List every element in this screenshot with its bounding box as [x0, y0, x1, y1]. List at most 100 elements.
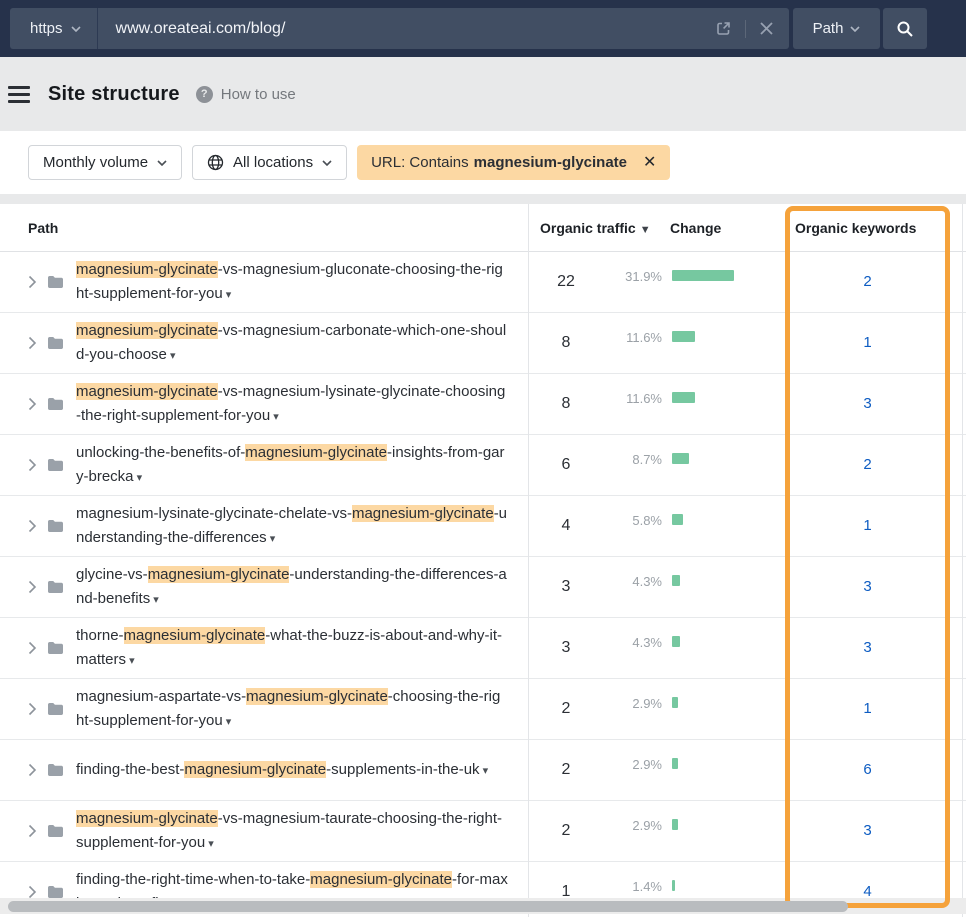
- protocol-dropdown[interactable]: https: [10, 8, 98, 49]
- path-menu-caret[interactable]: ▾: [167, 350, 176, 362]
- keywords-link[interactable]: 3: [863, 639, 871, 656]
- remove-filter-icon[interactable]: ✕: [643, 155, 656, 171]
- column-header-traffic[interactable]: Organic traffic▼: [528, 220, 658, 236]
- protocol-label: https: [30, 20, 63, 37]
- path-menu-caret[interactable]: ▾: [480, 765, 489, 777]
- path-cell: magnesium-glycinate-vs-magnesium-taurate…: [0, 807, 528, 856]
- change-percent: 11.6%: [604, 330, 662, 345]
- location-dropdown[interactable]: All locations: [192, 145, 347, 180]
- folder-icon: [47, 763, 64, 777]
- clear-url-icon[interactable]: [759, 21, 774, 36]
- path-text[interactable]: magnesium-glycinate-vs-magnesium-glucona…: [76, 258, 508, 307]
- path-highlight: magnesium-glycinate: [310, 871, 452, 888]
- expand-chevron-icon[interactable]: [28, 641, 37, 655]
- table-row: magnesium-glycinate-vs-magnesium-carbona…: [0, 313, 966, 374]
- expand-chevron-icon[interactable]: [28, 702, 37, 716]
- expand-chevron-icon[interactable]: [28, 763, 37, 777]
- keywords-link[interactable]: 2: [863, 273, 871, 290]
- change-percent: 8.7%: [604, 452, 662, 467]
- url-input[interactable]: www.oreateai.com/blog/: [98, 20, 715, 38]
- change-bar-cell: [662, 880, 785, 891]
- table-body: magnesium-glycinate-vs-magnesium-glucona…: [0, 252, 966, 917]
- path-segment: glycine-vs-: [76, 566, 148, 583]
- path-segment: finding-the-best-: [76, 761, 184, 778]
- change-percent: 5.8%: [604, 513, 662, 528]
- url-filter-chip[interactable]: URL: Contains magnesium-glycinate ✕: [357, 145, 670, 180]
- site-structure-table: Path Organic traffic▼ Change Organic key…: [0, 204, 966, 917]
- menu-icon[interactable]: [8, 84, 30, 105]
- section-divider: [0, 194, 966, 204]
- table-row: glycine-vs-magnesium-glycinate-understan…: [0, 557, 966, 618]
- path-text[interactable]: magnesium-glycinate-vs-magnesium-lysinat…: [76, 380, 508, 429]
- table-row: magnesium-glycinate-vs-magnesium-taurate…: [0, 801, 966, 862]
- column-header-change[interactable]: Change: [658, 220, 785, 236]
- expand-chevron-icon[interactable]: [28, 519, 37, 533]
- change-bar-cell: [662, 636, 785, 647]
- search-button[interactable]: [883, 8, 927, 49]
- path-text[interactable]: glycine-vs-magnesium-glycinate-understan…: [76, 563, 508, 612]
- path-menu-caret[interactable]: ▾: [126, 655, 135, 667]
- path-cell: thorne-magnesium-glycinate-what-the-buzz…: [0, 624, 528, 673]
- horizontal-scrollbar-thumb[interactable]: [8, 901, 848, 912]
- keywords-link[interactable]: 1: [863, 334, 871, 351]
- column-header-path[interactable]: Path: [0, 220, 528, 236]
- change-bar: [672, 697, 678, 708]
- keywords-link[interactable]: 3: [863, 578, 871, 595]
- location-label: All locations: [233, 154, 313, 171]
- path-text[interactable]: thorne-magnesium-glycinate-what-the-buzz…: [76, 624, 508, 673]
- traffic-value: 2: [528, 822, 604, 840]
- keywords-link[interactable]: 3: [863, 822, 871, 839]
- path-text[interactable]: magnesium-aspartate-vs-magnesium-glycina…: [76, 685, 508, 734]
- keywords-link[interactable]: 1: [863, 517, 871, 534]
- volume-label: Monthly volume: [43, 154, 148, 171]
- expand-chevron-icon[interactable]: [28, 885, 37, 899]
- folder-icon: [47, 336, 64, 350]
- change-bar: [672, 575, 680, 586]
- keywords-link[interactable]: 2: [863, 456, 871, 473]
- chevron-down-icon: [322, 160, 332, 166]
- expand-chevron-icon[interactable]: [28, 397, 37, 411]
- path-menu-caret[interactable]: ▾: [150, 594, 159, 606]
- expand-chevron-icon[interactable]: [28, 824, 37, 838]
- path-menu-caret[interactable]: ▾: [223, 716, 232, 728]
- path-menu-caret[interactable]: ▾: [267, 533, 276, 545]
- table-row: magnesium-aspartate-vs-magnesium-glycina…: [0, 679, 966, 740]
- path-text[interactable]: magnesium-lysinate-glycinate-chelate-vs-…: [76, 502, 508, 551]
- keywords-link[interactable]: 6: [863, 761, 871, 778]
- change-bar: [672, 880, 675, 891]
- keywords-cell: 2: [785, 456, 950, 474]
- expand-chevron-icon[interactable]: [28, 336, 37, 350]
- search-icon: [896, 20, 914, 38]
- path-text[interactable]: magnesium-glycinate-vs-magnesium-taurate…: [76, 807, 508, 856]
- keywords-link[interactable]: 3: [863, 395, 871, 412]
- traffic-value: 4: [528, 517, 604, 535]
- change-percent: 2.9%: [604, 696, 662, 711]
- path-text[interactable]: finding-the-best-magnesium-glycinate-sup…: [76, 758, 508, 783]
- folder-icon: [47, 519, 64, 533]
- change-bar: [672, 514, 683, 525]
- column-header-keywords[interactable]: Organic keywords: [785, 220, 950, 236]
- path-menu-caret[interactable]: ▾: [223, 289, 232, 301]
- expand-chevron-icon[interactable]: [28, 275, 37, 289]
- path-segment: unlocking-the-benefits-of-: [76, 444, 245, 461]
- keywords-cell: 3: [785, 822, 950, 840]
- expand-chevron-icon[interactable]: [28, 458, 37, 472]
- how-to-use-link[interactable]: ? How to use: [196, 86, 296, 103]
- keywords-link[interactable]: 1: [863, 700, 871, 717]
- open-external-icon[interactable]: [715, 20, 732, 37]
- table-row: unlocking-the-benefits-of-magnesium-glyc…: [0, 435, 966, 496]
- path-text[interactable]: unlocking-the-benefits-of-magnesium-glyc…: [76, 441, 508, 490]
- path-mode-dropdown[interactable]: Path: [793, 8, 880, 49]
- path-menu-caret[interactable]: ▾: [205, 838, 214, 850]
- site-structure-app: https www.oreateai.com/blog/: [0, 0, 966, 917]
- path-highlight: magnesium-glycinate: [245, 444, 387, 461]
- folder-icon: [47, 397, 64, 411]
- path-menu-caret[interactable]: ▾: [134, 472, 143, 484]
- volume-dropdown[interactable]: Monthly volume: [28, 145, 182, 180]
- globe-icon: [207, 154, 224, 171]
- expand-chevron-icon[interactable]: [28, 580, 37, 594]
- keywords-cell: 1: [785, 700, 950, 718]
- change-bar-cell: [662, 270, 785, 281]
- path-menu-caret[interactable]: ▾: [270, 411, 279, 423]
- path-text[interactable]: magnesium-glycinate-vs-magnesium-carbona…: [76, 319, 508, 368]
